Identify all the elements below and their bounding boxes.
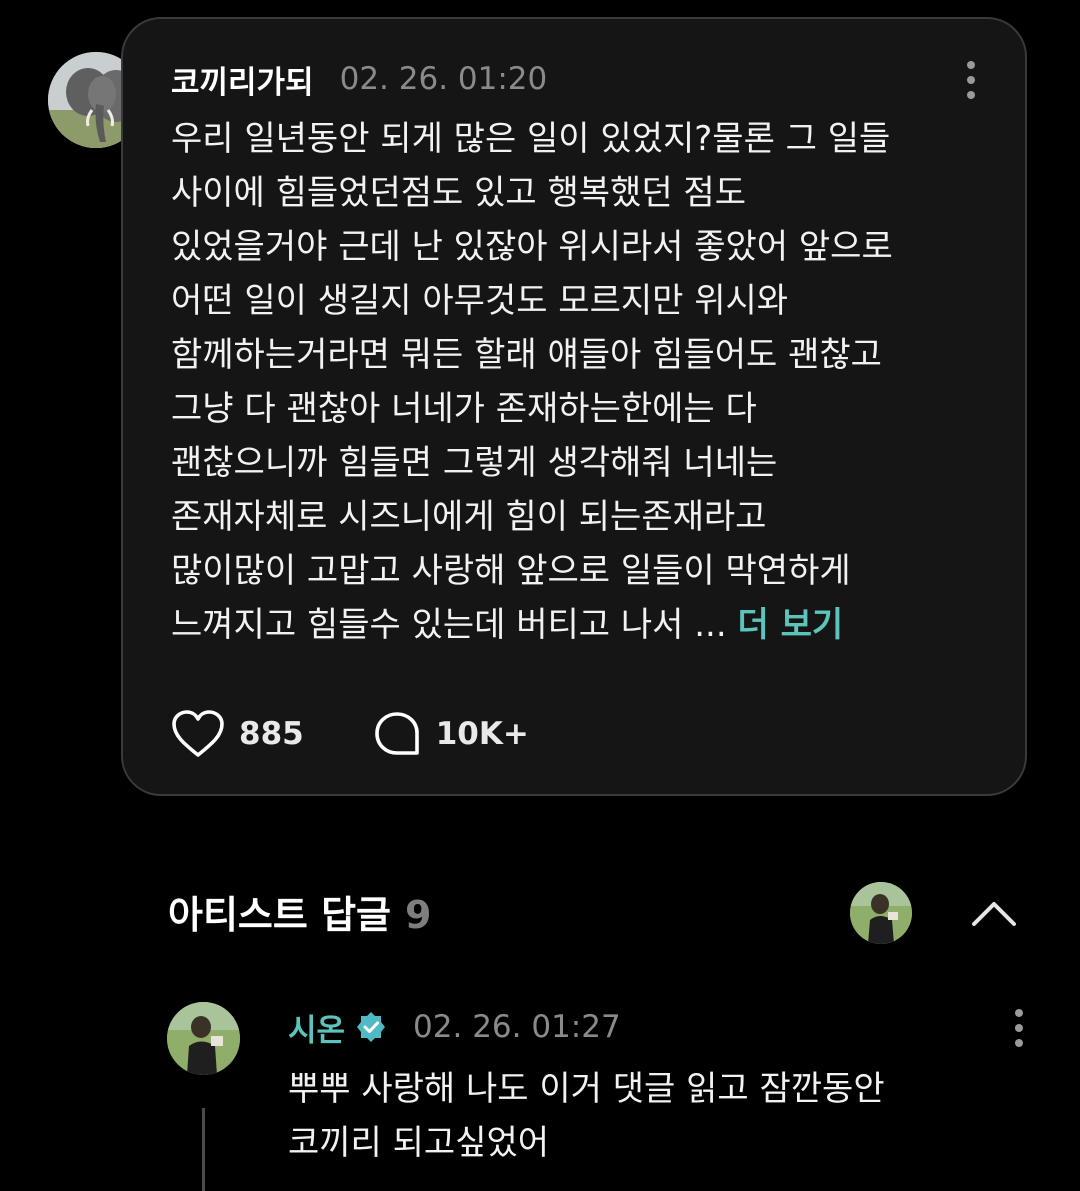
- post-line: 사이에 힘들었던점도 있고 행복했던 점도: [171, 173, 746, 213]
- post-author-name[interactable]: 코끼리가되: [171, 57, 314, 102]
- speech-bubble-icon: [374, 712, 419, 755]
- artist-avatar[interactable]: [850, 882, 912, 944]
- artist-replies-count: 9: [405, 893, 432, 937]
- reply-thread-line: [202, 1108, 205, 1191]
- post-header: 코끼리가되 02. 26. 01:20: [171, 57, 547, 101]
- collapse-replies-button[interactable]: [966, 892, 1022, 932]
- artist-replies-header[interactable]: 아티스트 답글 9: [168, 884, 431, 939]
- post-line: 있었을거야 근데 난 있잖아 위시라서 좋았어 앞으로: [171, 227, 893, 267]
- see-more-link[interactable]: 더 보기: [737, 605, 843, 645]
- post-timestamp: 02. 26. 01:20: [339, 61, 548, 97]
- reply-author-avatar[interactable]: [167, 1002, 240, 1075]
- post-line: 많이많이 고맙고 사랑해 앞으로 일들이 막연하게: [171, 551, 851, 591]
- post-more-vertical-icon[interactable]: [966, 61, 976, 99]
- reply-text: 뿌뿌 사랑해 나도 이거 댓글 읽고 잠깐동안 코끼리 되고싶었어: [288, 1062, 1008, 1170]
- post-last-line: 느껴지고 힘들수 있는데 버티고 나서 ... 더 보기: [171, 598, 1001, 652]
- reply-timestamp: 02. 26. 01:27: [413, 1009, 621, 1045]
- post-line: 우리 일년동안 되게 많은 일이 있었지?물론 그 일들: [171, 119, 891, 159]
- artist-replies-title: 아티스트 답글: [168, 893, 391, 937]
- like-count: 885: [239, 716, 304, 752]
- verified-badge-icon: [357, 1012, 386, 1042]
- post-line: 그냥 다 괜찮아 너네가 존재하는한에는 다: [171, 389, 757, 429]
- post-line: 존재자체로 시즈니에게 힘이 되는존재라고: [171, 497, 767, 537]
- like-button[interactable]: 885: [171, 709, 304, 759]
- post-line: 괜찮으니까 힘들면 그렇게 생각해줘 너네는: [171, 443, 778, 483]
- reply-header: 시온 02. 26. 01:27: [288, 1005, 621, 1049]
- artist-avatar-image: [850, 882, 912, 944]
- reply-avatar-image: [167, 1002, 240, 1075]
- post-card[interactable]: 코끼리가되 02. 26. 01:20 우리 일년동안 되게 많은 일이 있었지…: [121, 17, 1027, 796]
- post-line: 함께하는거라면 뭐든 할래 얘들아 힘들어도 괜찮고: [171, 335, 882, 375]
- post-line-truncated: 느껴지고 힘들수 있는데 버티고 나서 ...: [171, 605, 727, 645]
- comment-count: 10K+: [435, 716, 529, 752]
- heart-outline-icon: [172, 710, 224, 757]
- post-text: 우리 일년동안 되게 많은 일이 있었지?물론 그 일들 사이에 힘들었던점도 …: [171, 112, 1001, 652]
- reply-line: 코끼리 되고싶었어: [288, 1123, 550, 1163]
- post-actions: 885 10K+: [171, 709, 597, 759]
- post-line: 어떤 일이 생길지 아무것도 모르지만 위시와: [171, 281, 789, 321]
- chevron-up-icon: [972, 902, 1016, 926]
- reply-line: 뿌뿌 사랑해 나도 이거 댓글 읽고 잠깐동안: [288, 1069, 885, 1109]
- reply-author-name[interactable]: 시온: [288, 1005, 345, 1050]
- reply-more-vertical-icon[interactable]: [1014, 1009, 1024, 1047]
- comment-button[interactable]: 10K+: [372, 709, 529, 759]
